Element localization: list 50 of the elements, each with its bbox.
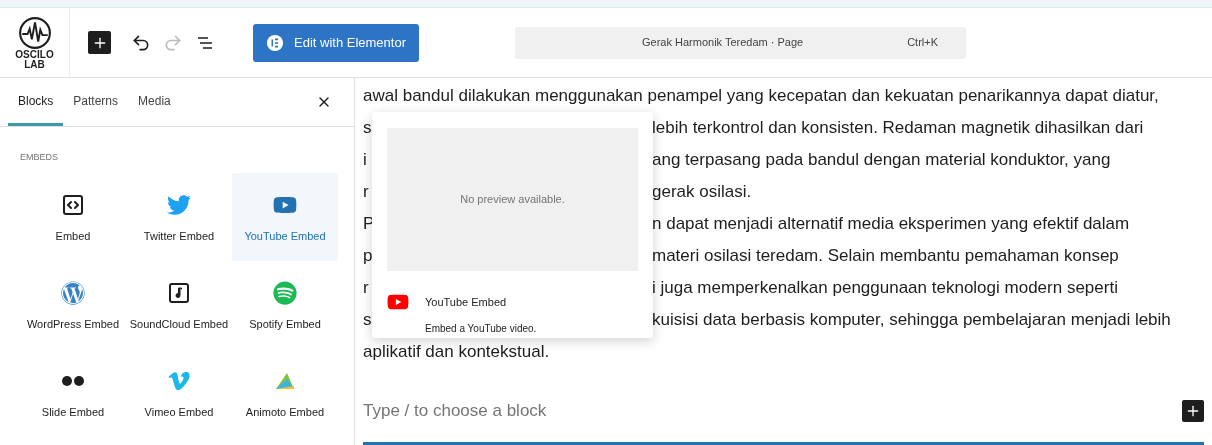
wordpress-icon: [61, 280, 85, 305]
paragraph-fragment: r: [363, 278, 369, 297]
two-dots-icon: [61, 374, 85, 387]
add-block-button[interactable]: [88, 31, 111, 54]
no-preview-text: No preview available.: [460, 192, 565, 208]
block-item[interactable]: YouTube Embed: [232, 172, 338, 261]
add-block-button[interactable]: [1182, 399, 1204, 422]
paragraph-fragment: kuisisi data berbasis komputer, sehingga pembelajaran menjadi lebih: [652, 309, 1171, 331]
sidebar-tab[interactable]: Media: [128, 78, 181, 126]
paragraph-fragment: materi osilasi teredam. Selain membantu pemahaman konsep: [652, 245, 1119, 267]
code-embed-icon: [61, 192, 85, 217]
block-item[interactable]: Spotify Embed: [232, 260, 338, 349]
block-item[interactable]: WordPress Embed: [20, 260, 126, 349]
logo[interactable]: OSCILO LAB: [0, 8, 70, 77]
paragraph-fragment: p: [363, 246, 373, 265]
block-item[interactable]: Embed: [20, 172, 126, 261]
waveform-logo-icon: [17, 15, 52, 50]
elementor-icon: [266, 33, 284, 52]
paragraph-fragment: gerak osilasi.: [652, 181, 752, 203]
paragraph-fragment: n dapat menjadi alternatif media eksperimen yang efektif dalam: [652, 213, 1130, 235]
bird-icon: [167, 192, 191, 217]
block-item[interactable]: Vimeo Embed: [126, 348, 232, 437]
paragraph-fragment: lebih terkontrol dan konsisten. Redaman magnetik dihasilkan dari: [652, 117, 1144, 139]
sidebar-tab[interactable]: Patterns: [63, 78, 129, 126]
page-title: Gerak Harmonik Teredam · Page: [642, 35, 804, 51]
paragraph-fragment: r: [363, 182, 369, 201]
category-heading: EMBEDS: [20, 151, 58, 164]
paragraph-fragment: s: [363, 310, 372, 329]
spotify-icon: [273, 280, 297, 305]
block-item[interactable]: Twitter Embed: [126, 172, 232, 261]
paragraph-fragment: s: [363, 118, 372, 137]
paragraph-fragment: i juga memperkenalkan penggunaan teknologi modern seperti: [652, 277, 1118, 299]
logo-text: OSCILO: [15, 49, 54, 60]
undo-icon[interactable]: [131, 32, 151, 53]
sidebar-tab[interactable]: Blocks: [8, 78, 64, 126]
block-item[interactable]: Animoto Embed: [232, 348, 338, 437]
command-bar[interactable]: Gerak Harmonik Teredam · Page Ctrl+K: [515, 26, 966, 59]
popover-description: Embed a YouTube video.: [425, 322, 538, 336]
edit-with-elementor-button[interactable]: Edit with Elementor: [253, 23, 419, 62]
music-note-icon: [167, 280, 191, 305]
popover-title: YouTube Embed: [425, 294, 507, 310]
paragraph-line: aplikatif dan kontekstual.: [363, 341, 551, 363]
block-input-field[interactable]: Type / to choose a block: [363, 398, 1182, 424]
paragraph-fragment: i: [363, 150, 367, 169]
block-item[interactable]: Slide Embed: [20, 348, 126, 437]
paragraph-fragment: ang terpasang pada bandul dengan material konduktor, yang: [652, 149, 1111, 171]
block-item[interactable]: SoundCloud Embed: [126, 260, 232, 349]
paragraph-line: awal bandul dilakukan menggunakan penampel yang kecepatan dan kekuatan penarikannya dapat diatur,: [363, 85, 1160, 107]
shortcut-hint: Ctrl+K: [907, 35, 938, 51]
logo-text: LAB: [24, 59, 45, 70]
